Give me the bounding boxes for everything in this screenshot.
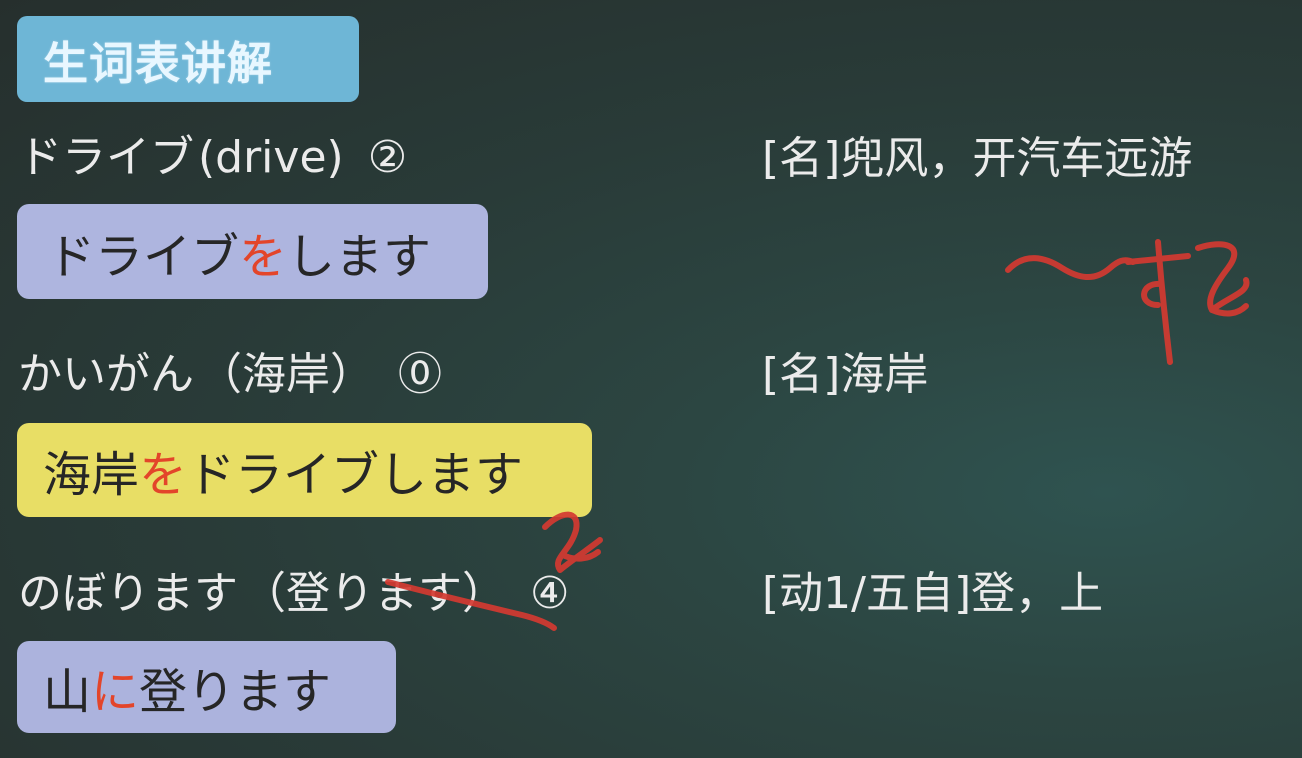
example-1-after: します bbox=[287, 228, 432, 285]
tilde-stroke bbox=[1005, 255, 1136, 280]
vocab-entry-2-reading: かいがん bbox=[18, 349, 194, 400]
example-1-before: ドライブ bbox=[47, 228, 240, 285]
ru-tail bbox=[1209, 303, 1249, 317]
vocab-entry-2-example: 海岸をドライブします bbox=[17, 423, 592, 517]
vocab-entry-1-example: ドライブをします bbox=[17, 204, 488, 299]
section-title: 生词表讲解 bbox=[43, 36, 274, 90]
example-2-before: 海岸 bbox=[43, 447, 140, 503]
su-loop bbox=[1141, 280, 1164, 308]
vocab-entry-1-definition: [名]兜风，开汽车远游 bbox=[762, 133, 1193, 184]
vocab-entry-3-heading: のぼります（登ります） ④ bbox=[18, 572, 569, 616]
su-stem bbox=[1155, 239, 1173, 365]
vocab-entry-3-example: 山に登ります bbox=[17, 641, 396, 733]
example-3-before: 山 bbox=[43, 664, 92, 720]
vocab-entry-1-pitch: ② bbox=[367, 132, 408, 183]
example-3-particle: に bbox=[91, 664, 140, 720]
vocab-entry-2-origin: （海岸） bbox=[198, 349, 374, 400]
example-1-particle: を bbox=[239, 228, 288, 285]
ru-near-example-hook bbox=[562, 549, 601, 562]
vocab-entry-3-origin: （登ります） bbox=[242, 568, 506, 619]
vocab-entry-2-heading: かいがん（海岸） ⓪ bbox=[18, 353, 442, 397]
vocab-entry-2-pitch: ⓪ bbox=[398, 349, 442, 400]
example-2-particle: を bbox=[139, 447, 188, 503]
su-crossbar bbox=[1125, 253, 1191, 265]
vocab-entry-2-definition: [名]海岸 bbox=[762, 349, 929, 400]
vocab-entry-3-pitch: ④ bbox=[530, 568, 570, 619]
vocab-entry-3-reading: のぼります bbox=[18, 568, 238, 619]
vocab-entry-1-heading: ドライブ(drive) ② bbox=[18, 136, 407, 180]
vocab-entry-1-reading: ドライブ bbox=[18, 132, 194, 183]
ru-stroke bbox=[1195, 241, 1250, 313]
section-title-tab: 生词表讲解 bbox=[17, 16, 359, 102]
example-2-after: ドライブします bbox=[187, 447, 524, 503]
vocab-entry-1-origin: (drive) bbox=[198, 132, 344, 183]
example-3-after: 登ります bbox=[139, 664, 332, 720]
ru-near-example-stroke bbox=[542, 511, 603, 573]
blackboard: 生词表讲解 ドライブ(drive) ② [名]兜风，开汽车远游 ドライブをします … bbox=[0, 0, 1302, 758]
vocab-entry-3-definition: [动1/五自]登，上 bbox=[762, 568, 1104, 619]
